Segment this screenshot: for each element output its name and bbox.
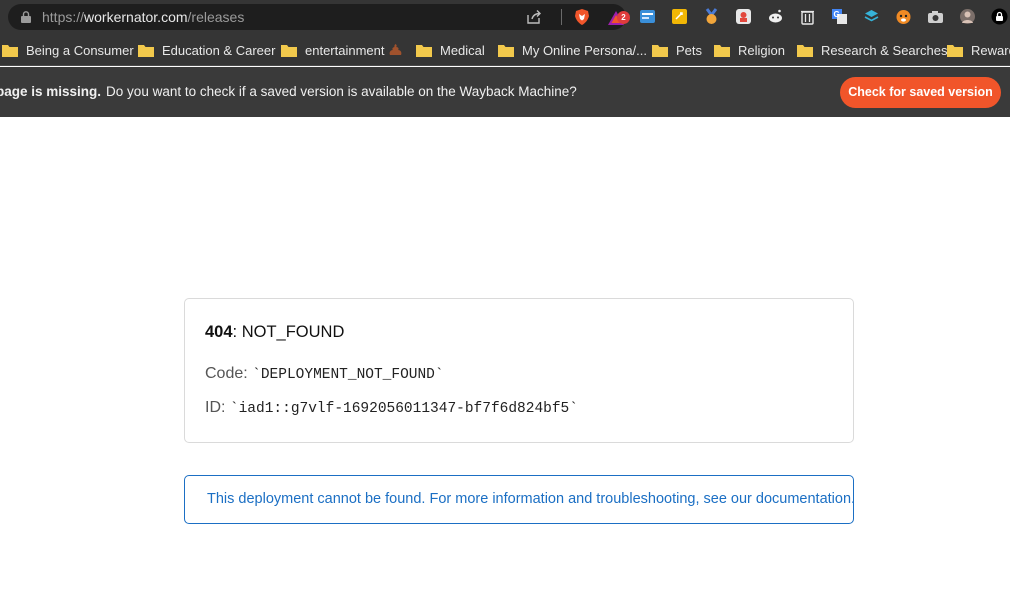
error-code-line: Code: `DEPLOYMENT_NOT_FOUND` [205,365,444,383]
bookmark-label: Pets [676,42,703,58]
avatar-icon[interactable] [959,8,976,25]
url-host: workernator.com [84,9,188,25]
folder-icon [416,44,432,57]
wayback-question: Do you want to check if a saved version … [106,84,577,99]
check-saved-version-button[interactable]: Check for saved version [840,77,1001,108]
bookmark-label: Being a Consumer [26,42,134,58]
wayback-bold-text: page is missing. [0,84,102,99]
bookmark-label: My Online Persona/... [522,42,647,58]
info-box: This deployment cannot be found. For mor… [184,475,855,524]
bookmark-being-a-consumer[interactable]: Being a Consumer [2,40,134,60]
error-id-label: ID: [205,399,226,416]
bookmark-label: Religion [738,42,785,58]
folder-icon [2,44,18,57]
error-status-text: : NOT_FOUND [232,323,345,341]
error-card: 404: NOT_FOUND Code: `DEPLOYMENT_NOT_FOU… [184,298,854,443]
url-divider [561,9,562,25]
folder-icon [652,44,668,57]
error-code-value: `DEPLOYMENT_NOT_FOUND` [252,367,444,383]
address-bar[interactable]: https://workernator.com/releases 2 [8,4,630,30]
bookmark-label: entertainment [305,42,385,58]
browser-toolbar: https://workernator.com/releases 2 G [0,0,1010,34]
bookmark-my-online-persona[interactable]: My Online Persona/... [498,40,647,60]
password-lock-icon[interactable] [991,8,1008,25]
brave-shields-icon[interactable] [573,8,591,26]
bookmark-label: Medical [440,42,485,58]
url-path: /releases [187,9,245,25]
trash-icon[interactable] [799,8,816,25]
sticky-note-icon[interactable] [671,8,688,25]
reddit-icon[interactable] [767,8,784,25]
bookmark-entertainment[interactable]: entertainment [281,40,402,60]
bookmarks-bar: Being a Consumer Education & Career ente… [0,34,1010,66]
error-status-code: 404 [205,323,233,341]
bookmark-medical[interactable]: Medical [416,40,485,60]
folder-icon [498,44,514,57]
medal-icon[interactable] [703,8,720,25]
wayback-notification-bar: page is missing. Do you want to check if … [0,67,1010,117]
tiger-icon[interactable] [895,8,912,25]
error-id-value: `iad1::g7vlf-1692056011347-bf7f6d824bf5` [229,401,578,417]
bookmark-reward[interactable]: Reward [947,40,1010,60]
error-title: 404: NOT_FOUND [205,323,344,342]
bookmark-education-career[interactable]: Education & Career [138,40,275,60]
translate-icon[interactable]: G [831,8,848,25]
folder-icon [947,44,963,57]
bookmark-label: Education & Career [162,42,276,58]
error-code-label: Code: [205,365,248,382]
bookmark-research-searches[interactable]: Research & Searches [797,40,947,60]
camera-icon[interactable] [927,8,944,25]
folder-icon [797,44,813,57]
url-text[interactable]: https://workernator.com/releases [42,9,244,25]
bookmark-religion[interactable]: Religion [714,40,785,60]
puzzle-icon[interactable] [735,8,752,25]
info-message[interactable]: This deployment cannot be found. For mor… [207,491,855,507]
svg-text:G: G [834,10,840,19]
error-id-line: ID: `iad1::g7vlf-1692056011347-bf7f6d824… [205,399,578,417]
folder-icon [138,44,154,57]
folder-icon [281,44,297,57]
bookmark-pets[interactable]: Pets [652,40,702,60]
bookmark-label: Reward [971,42,1010,58]
rewards-badge: 2 [617,11,630,24]
wayback-message: page is missing. Do you want to check if … [0,84,577,99]
bookmark-label: Research & Searches [821,42,948,58]
url-scheme: https:// [42,9,85,25]
news-icon[interactable] [639,8,656,25]
lock-icon [21,11,31,23]
share-icon[interactable] [526,9,542,25]
poop-emoji-icon [389,44,401,55]
layers-icon[interactable] [863,8,880,25]
folder-icon [714,44,730,57]
